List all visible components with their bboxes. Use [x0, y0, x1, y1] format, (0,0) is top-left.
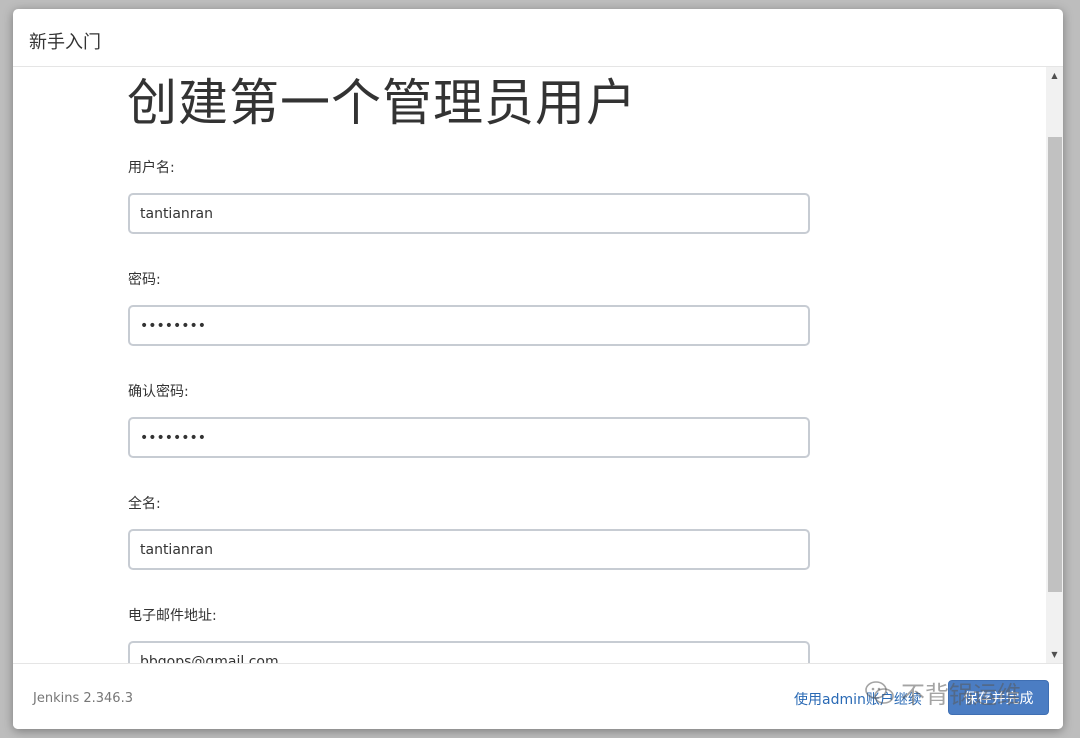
wechat-icon [865, 680, 895, 712]
scroll-down-arrow-icon[interactable]: ▼ [1046, 646, 1063, 663]
password-group: 密码: [128, 269, 810, 346]
scroll-thumb[interactable] [1048, 137, 1062, 592]
version-label: Jenkins 2.346.3 [33, 691, 133, 706]
dialog-title: 新手入门 [29, 32, 101, 53]
setup-wizard-dialog: 新手入门 创建第一个管理员用户 用户名: 密码: 确认密码: 全名: 电子邮件地… [13, 9, 1063, 729]
confirm-password-label: 确认密码: [128, 384, 189, 400]
watermark: 不背锅运维 [865, 675, 1021, 712]
page-title: 创建第一个管理员用户 [127, 74, 637, 132]
confirm-password-group: 确认密码: [128, 381, 810, 458]
scroll-up-arrow-icon[interactable]: ▲ [1046, 67, 1063, 84]
fullname-label: 全名: [128, 496, 161, 512]
dialog-body[interactable]: 创建第一个管理员用户 用户名: 密码: 确认密码: 全名: 电子邮件地址: [13, 67, 1063, 663]
username-label: 用户名: [128, 160, 175, 176]
email-input[interactable] [128, 641, 810, 663]
username-group: 用户名: [128, 157, 810, 234]
fullname-group: 全名: [128, 493, 810, 570]
password-input[interactable] [128, 305, 810, 346]
watermark-text: 不背锅运维 [901, 681, 1021, 709]
fullname-input[interactable] [128, 529, 810, 570]
dialog-footer: Jenkins 2.346.3 使用admin账户继续 保存并完成 不背锅运维 [13, 663, 1063, 729]
email-group: 电子邮件地址: [128, 605, 810, 663]
confirm-password-input[interactable] [128, 417, 810, 458]
vertical-scrollbar[interactable]: ▲ ▼ [1046, 67, 1063, 663]
password-label: 密码: [128, 272, 161, 288]
username-input[interactable] [128, 193, 810, 234]
dialog-header: 新手入门 [13, 9, 1063, 67]
email-label: 电子邮件地址: [128, 608, 217, 624]
